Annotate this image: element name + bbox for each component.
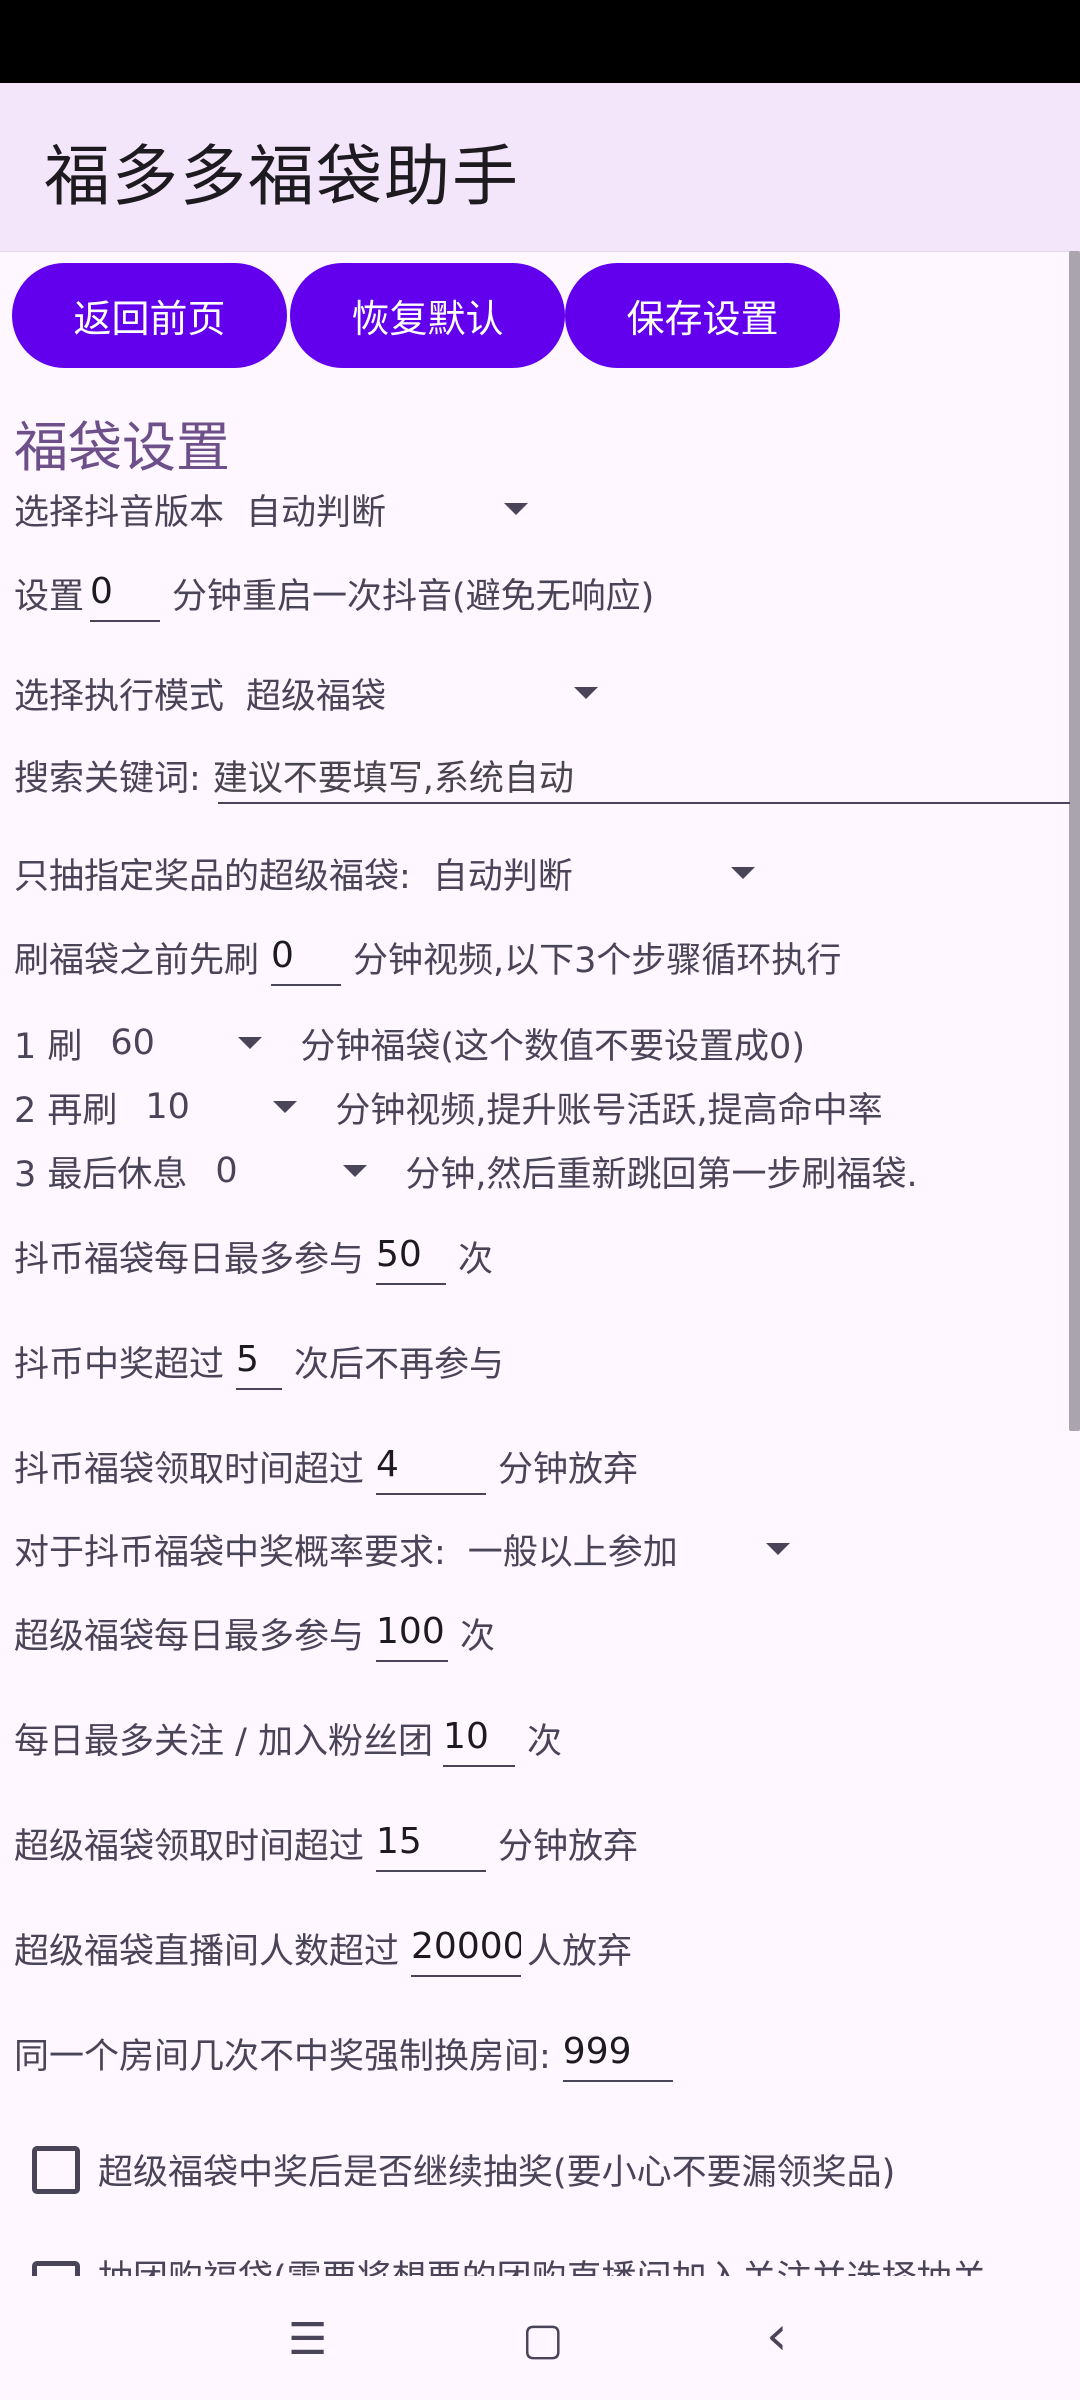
step1-suffix: 分钟福袋(这个数值不要设置成0) xyxy=(300,1026,805,1067)
douyin-version-select[interactable]: 自动判断 xyxy=(246,484,536,535)
app-title: 福多多福袋助手 xyxy=(44,138,520,215)
search-underline xyxy=(218,802,1070,804)
super-time-prefix: 超级福袋领取时间超过 xyxy=(14,1826,365,1867)
dropdown-arrow-icon xyxy=(273,1101,298,1113)
restart-row: 设置 0 分钟重启一次抖音(避免无响应) xyxy=(14,563,654,623)
coin-daily-input[interactable]: 50 xyxy=(376,1227,447,1285)
super-time-suffix: 分钟放弃 xyxy=(498,1826,639,1867)
mode-row: 选择执行模式 超级福袋 xyxy=(14,663,606,723)
room-switch-prefix: 同一个房间几次不中奖强制换房间: xyxy=(14,2036,551,2077)
coin-win-prefix: 抖币中奖超过 xyxy=(14,1344,225,1385)
super-viewers-prefix: 超级福袋直播间人数超过 xyxy=(14,1931,400,1972)
coin-time-prefix: 抖币福袋领取时间超过 xyxy=(14,1449,365,1490)
back-button[interactable]: 返回前页 xyxy=(12,263,287,368)
dropdown-arrow-icon xyxy=(238,1037,263,1049)
super-daily-prefix: 超级福袋每日最多参与 xyxy=(14,1616,365,1657)
super-daily-row: 超级福袋每日最多参与 100 次 xyxy=(14,1603,495,1663)
step1-label: 1 刷 xyxy=(14,1026,83,1067)
dropdown-arrow-icon xyxy=(765,1543,790,1555)
search-label: 搜索关键词: xyxy=(14,758,201,799)
step2-suffix: 分钟视频,提升账号活跃,提高命中率 xyxy=(335,1090,883,1131)
super-viewers-input[interactable]: 20000 xyxy=(411,1919,522,1977)
coin-prob-label: 对于抖币福袋中奖概率要求: xyxy=(14,1532,446,1573)
app-bar: 福多多福袋助手 xyxy=(0,83,1080,252)
follow-daily-suffix: 次 xyxy=(527,1721,563,1762)
super-daily-input[interactable]: 100 xyxy=(376,1604,449,1662)
scrollbar[interactable] xyxy=(1069,251,1080,1431)
settings-content[interactable]: 返回前页 恢复默认 保存设置 福袋设置 选择抖音版本 自动判断 设置 0 分钟重… xyxy=(0,251,1080,2276)
step2-select[interactable]: 10 xyxy=(145,1087,305,1127)
follow-daily-input[interactable]: 10 xyxy=(443,1709,516,1767)
prize-filter-row: 只抽指定奖品的超级福袋: 自动判断 xyxy=(14,843,763,903)
search-row: 搜索关键词: 建议不要填写,系统自动 xyxy=(14,745,574,805)
super-daily-suffix: 次 xyxy=(460,1616,496,1657)
coin-prob-select[interactable]: 一般以上参加 xyxy=(468,1524,798,1575)
step2-value: 10 xyxy=(145,1087,190,1127)
restart-minutes-input[interactable]: 0 xyxy=(90,564,161,622)
mode-label: 选择执行模式 xyxy=(14,676,225,717)
step2-row: 2 再刷 10 分钟视频,提升账号活跃,提高命中率 xyxy=(14,1077,883,1137)
save-settings-button[interactable]: 保存设置 xyxy=(565,263,840,368)
prize-filter-label: 只抽指定奖品的超级福袋: xyxy=(14,856,411,897)
status-bar xyxy=(0,0,1080,83)
section-title: 福袋设置 xyxy=(14,416,230,479)
follow-daily-row: 每日最多关注 / 加入粉丝团 10 次 xyxy=(14,1708,562,1768)
super-viewers-row: 超级福袋直播间人数超过 20000 人放弃 xyxy=(14,1918,632,1978)
step3-label: 3 最后休息 xyxy=(14,1154,188,1195)
continue-after-win-checkbox[interactable] xyxy=(32,2146,80,2194)
room-switch-row: 同一个房间几次不中奖强制换房间: 999 xyxy=(14,2023,673,2083)
dropdown-arrow-icon xyxy=(504,503,529,515)
checkbox1-label: 超级福袋中奖后是否继续抽奖(要小心不要漏领奖品) xyxy=(98,2152,896,2193)
system-nav-bar: ☰ ▢ ‹ xyxy=(0,2276,1080,2400)
mode-select[interactable]: 超级福袋 xyxy=(246,668,606,719)
coin-time-suffix: 分钟放弃 xyxy=(498,1449,639,1490)
dropdown-arrow-icon xyxy=(730,867,755,879)
prize-filter-select[interactable]: 自动判断 xyxy=(433,848,763,899)
super-time-input[interactable]: 15 xyxy=(376,1814,487,1872)
douyin-version-label: 选择抖音版本 xyxy=(14,492,225,533)
step3-row: 3 最后休息 0 分钟,然后重新跳回第一步刷福袋. xyxy=(14,1141,918,1201)
restart-prefix: 设置 xyxy=(14,576,85,617)
step3-select[interactable]: 0 xyxy=(215,1151,375,1191)
coin-time-input[interactable]: 4 xyxy=(376,1437,487,1495)
dropdown-arrow-icon xyxy=(574,687,599,699)
coin-prob-value: 一般以上参加 xyxy=(467,1532,678,1573)
coin-win-row: 抖币中奖超过 5 次后不再参与 xyxy=(14,1331,504,1391)
reset-default-button[interactable]: 恢复默认 xyxy=(290,263,565,368)
douyin-version-row: 选择抖音版本 自动判断 xyxy=(14,479,536,539)
pre-video-row: 刷福袋之前先刷 0 分钟视频,以下3个步骤循环执行 xyxy=(14,927,841,987)
coin-daily-row: 抖币福袋每日最多参与 50 次 xyxy=(14,1226,493,1286)
coin-time-row: 抖币福袋领取时间超过 4 分钟放弃 xyxy=(14,1436,638,1496)
group-buy-checkbox[interactable] xyxy=(32,2261,80,2276)
dropdown-arrow-icon xyxy=(343,1165,368,1177)
follow-daily-prefix: 每日最多关注 / 加入粉丝团 xyxy=(14,1721,434,1762)
super-time-row: 超级福袋领取时间超过 15 分钟放弃 xyxy=(14,1813,638,1873)
douyin-version-value: 自动判断 xyxy=(246,492,387,533)
room-switch-input[interactable]: 999 xyxy=(562,2024,673,2082)
mode-value: 超级福袋 xyxy=(246,676,387,717)
checkbox2-label: 抽团购福袋(需要将想要的团购直播间加入关注并选择抽关 xyxy=(98,2245,987,2277)
prize-filter-value: 自动判断 xyxy=(432,856,573,897)
coin-daily-suffix: 次 xyxy=(458,1239,494,1280)
pre-video-minutes-input[interactable]: 0 xyxy=(271,928,342,986)
coin-daily-prefix: 抖币福袋每日最多参与 xyxy=(14,1239,365,1280)
restart-suffix: 分钟重启一次抖音(避免无响应) xyxy=(172,576,655,617)
home-icon[interactable]: ▢ xyxy=(522,2314,564,2365)
step1-value: 60 xyxy=(110,1023,155,1063)
super-viewers-suffix: 人放弃 xyxy=(527,1931,633,1972)
step3-suffix: 分钟,然后重新跳回第一步刷福袋. xyxy=(405,1154,918,1195)
step1-row: 1 刷 60 分钟福袋(这个数值不要设置成0) xyxy=(14,1013,805,1073)
step3-value: 0 xyxy=(215,1151,238,1191)
pre-video-prefix: 刷福袋之前先刷 xyxy=(14,940,260,981)
coin-win-input[interactable]: 5 xyxy=(236,1332,283,1390)
step1-select[interactable]: 60 xyxy=(110,1023,270,1063)
coin-win-suffix: 次后不再参与 xyxy=(294,1344,505,1385)
coin-prob-row: 对于抖币福袋中奖概率要求: 一般以上参加 xyxy=(14,1519,798,1579)
menu-icon[interactable]: ☰ xyxy=(288,2314,327,2365)
pre-video-suffix: 分钟视频,以下3个步骤循环执行 xyxy=(353,940,842,981)
step2-label: 2 再刷 xyxy=(14,1090,118,1131)
search-keyword-input[interactable]: 建议不要填写,系统自动 xyxy=(213,750,574,801)
back-icon[interactable]: ‹ xyxy=(766,2304,788,2367)
